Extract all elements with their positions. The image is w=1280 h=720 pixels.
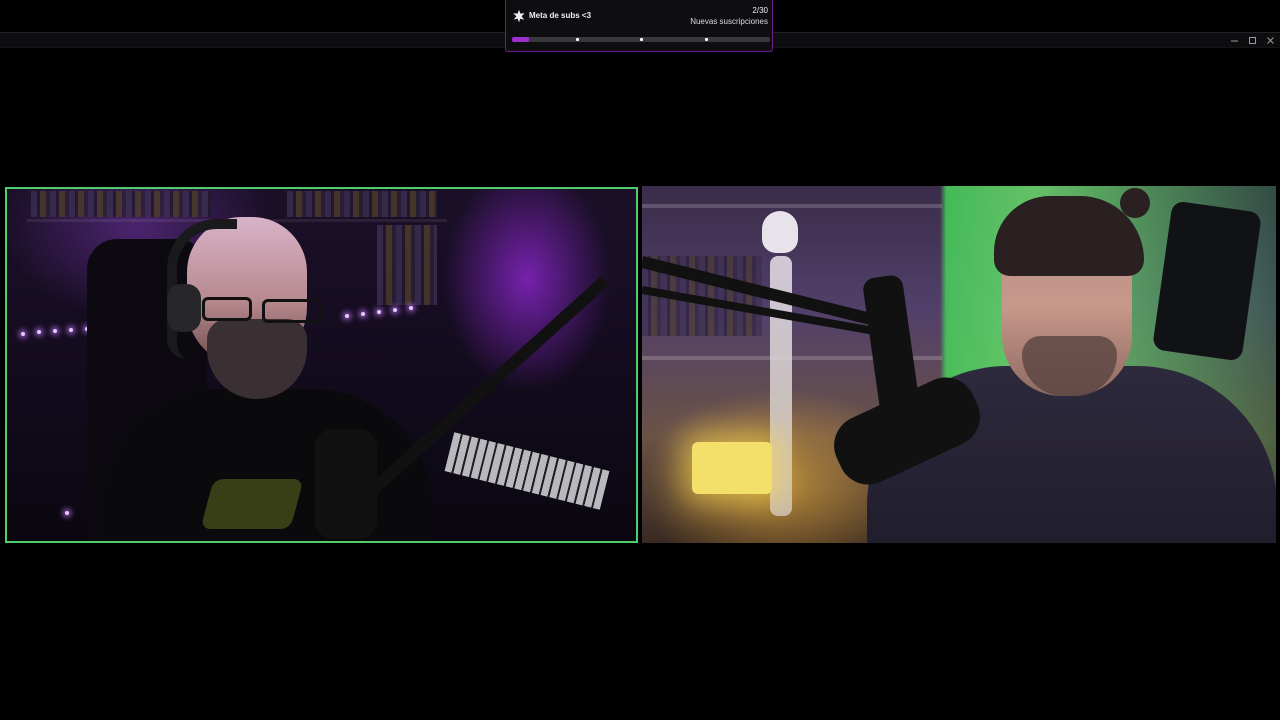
right-webcam-feed [642,186,1276,543]
maximize-button[interactable] [1246,34,1258,46]
goal-milestone-marker [705,38,708,41]
goal-progress-bar [512,37,770,42]
goal-title: Meta de subs <3 [529,11,592,20]
sub-goal-widget: Meta de subs <3 2/30 Nuevas suscripcione… [505,0,773,52]
left-webcam-feed [5,187,638,543]
goal-milestone-marker [576,38,579,41]
maximize-icon [1248,36,1256,44]
minimize-icon [1230,40,1238,41]
goal-progress-fill [512,37,529,42]
close-button[interactable] [1264,34,1276,46]
goal-count: 2/30 [752,6,768,15]
goal-milestone-marker [640,38,643,41]
minimize-button[interactable] [1228,34,1240,46]
star-burst-icon [513,9,525,23]
window-controls [1228,33,1276,47]
goal-subtitle: Nuevas suscripciones [690,17,768,26]
close-icon [1266,36,1274,44]
